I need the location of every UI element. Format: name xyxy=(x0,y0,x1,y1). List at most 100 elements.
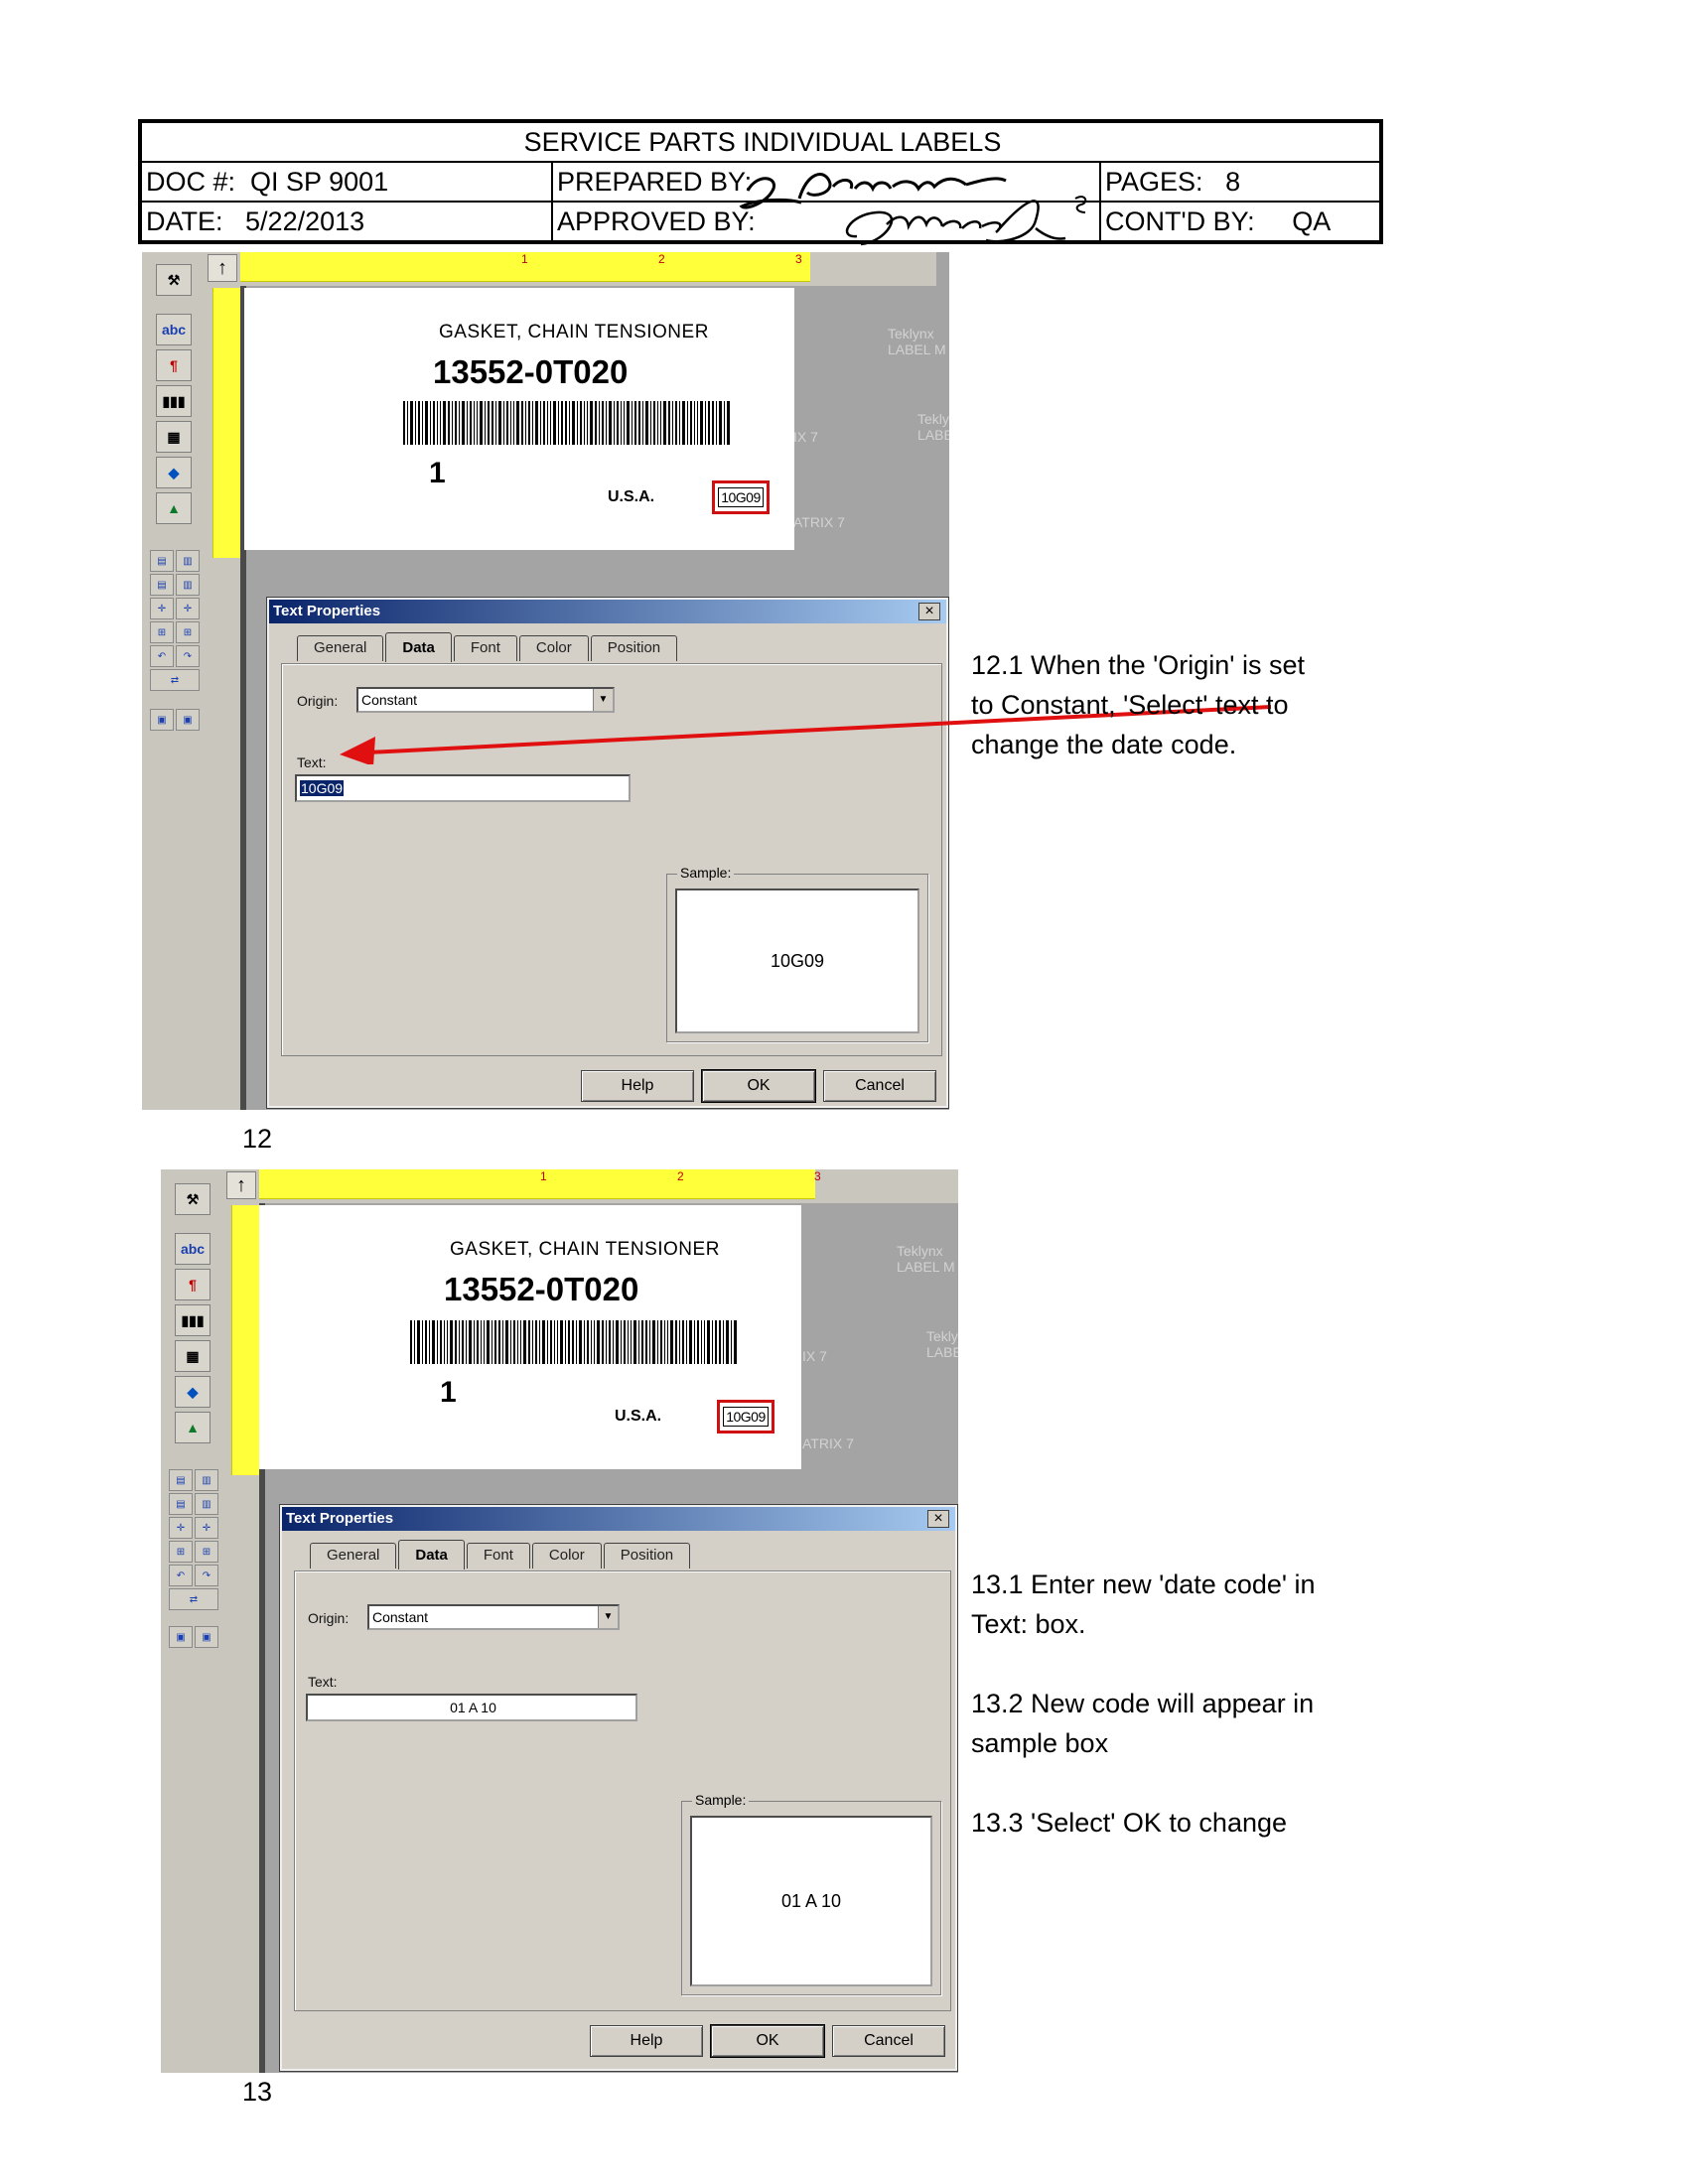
space-vertical-icon[interactable]: ⊞ xyxy=(169,1541,193,1563)
label-description[interactable]: GASKET, CHAIN TENSIONER xyxy=(439,322,709,343)
align-top-icon[interactable]: ▤ xyxy=(169,1469,193,1491)
image-tool-icon[interactable]: ▲ xyxy=(156,492,192,524)
wand-tool-icon[interactable]: ⚒ xyxy=(175,1183,211,1215)
close-button[interactable]: × xyxy=(918,603,940,620)
approved-by-cell: APPROVED BY: xyxy=(553,203,1101,240)
center-vertical-icon[interactable]: ✛ xyxy=(169,1517,193,1539)
contd-by-value: QA xyxy=(1292,206,1332,236)
prepared-by-cell: PREPARED BY: xyxy=(553,163,1101,201)
pages-value: 8 xyxy=(1225,167,1241,197)
align-left-icon[interactable]: ▥ xyxy=(195,1469,218,1491)
label-quantity[interactable]: 1 xyxy=(429,457,446,490)
tab-color[interactable]: Color xyxy=(518,635,589,661)
align-right-icon[interactable]: ▥ xyxy=(176,574,200,596)
watermark: Tekly LABE xyxy=(926,1328,958,1360)
group-icon[interactable]: ▣ xyxy=(150,709,174,731)
2d-barcode-tool-icon[interactable]: ▦ xyxy=(156,421,192,453)
space-horizontal-icon[interactable]: ⊞ xyxy=(176,621,200,643)
align-bottom-icon[interactable]: ▤ xyxy=(169,1493,193,1515)
horizontal-ruler: 1 2 3 xyxy=(240,252,936,286)
close-button[interactable]: × xyxy=(927,1510,949,1528)
flip-icon[interactable]: ⇄ xyxy=(150,669,200,691)
sample-group: Sample: 01 A 10 xyxy=(681,1792,941,1995)
rotate-left-icon[interactable]: ↶ xyxy=(150,645,174,667)
date-label: DATE: xyxy=(146,206,223,236)
tab-data[interactable]: Data xyxy=(385,632,452,662)
text-tool-button[interactable]: abc xyxy=(175,1233,211,1265)
approved-by-label: APPROVED BY: xyxy=(557,206,756,236)
label-country[interactable]: U.S.A. xyxy=(608,488,654,506)
shape-tool-icon[interactable]: ◆ xyxy=(156,457,192,488)
shape-tool-icon[interactable]: ◆ xyxy=(175,1376,211,1408)
label-part-number[interactable]: 13552-0T020 xyxy=(433,353,628,391)
prepared-by-label: PREPARED BY: xyxy=(557,167,753,197)
label-barcode[interactable] xyxy=(403,401,731,445)
text-tool-button[interactable]: abc xyxy=(156,314,192,345)
center-vertical-icon[interactable]: ✛ xyxy=(150,598,174,619)
label-quantity[interactable]: 1 xyxy=(440,1376,457,1410)
pages-cell: PAGES: 8 xyxy=(1101,163,1379,201)
horizontal-ruler: 1 2 3 xyxy=(259,1169,958,1203)
tab-general[interactable]: General xyxy=(297,635,384,661)
chevron-down-icon[interactable]: ▼ xyxy=(598,1606,618,1628)
align-left-icon[interactable]: ▥ xyxy=(176,550,200,572)
date-cell: DATE: 5/22/2013 xyxy=(142,203,553,240)
image-tool-icon[interactable]: ▲ xyxy=(175,1412,211,1443)
ungroup-icon[interactable]: ▣ xyxy=(195,1626,218,1648)
tab-font[interactable]: Font xyxy=(453,635,517,661)
text-input[interactable]: 01 A 10 xyxy=(306,1694,637,1721)
tab-general[interactable]: General xyxy=(310,1543,397,1569)
center-horizontal-icon[interactable]: ✛ xyxy=(195,1517,218,1539)
ruler-origin-arrow-icon[interactable]: ↑ xyxy=(226,1171,256,1199)
barcode-tool-icon[interactable]: ▮▮▮ xyxy=(175,1304,211,1336)
help-button[interactable]: Help xyxy=(581,1070,694,1102)
rotate-right-icon[interactable]: ↷ xyxy=(176,645,200,667)
ok-button[interactable]: OK xyxy=(701,1069,816,1103)
origin-select[interactable]: Constant ▼ xyxy=(367,1604,620,1630)
align-top-icon[interactable]: ▤ xyxy=(150,550,174,572)
text-properties-dialog: Text Properties × General Data Font Colo… xyxy=(266,597,949,1109)
tab-color[interactable]: Color xyxy=(531,1543,602,1569)
label-canvas[interactable]: GASKET, CHAIN TENSIONER 13552-0T020 1 U.… xyxy=(244,288,794,550)
rotate-left-icon[interactable]: ↶ xyxy=(169,1565,193,1586)
flip-icon[interactable]: ⇄ xyxy=(169,1588,218,1610)
space-vertical-icon[interactable]: ⊞ xyxy=(150,621,174,643)
label-part-number[interactable]: 13552-0T020 xyxy=(444,1271,638,1308)
tab-data[interactable]: Data xyxy=(398,1540,465,1570)
ruler-origin-arrow-icon[interactable]: ↑ xyxy=(208,254,237,282)
align-bottom-icon[interactable]: ▤ xyxy=(150,574,174,596)
barcode-tool-icon[interactable]: ▮▮▮ xyxy=(156,385,192,417)
paragraph-tool-icon[interactable]: ¶ xyxy=(175,1269,211,1300)
tab-position[interactable]: Position xyxy=(590,635,678,661)
label-description[interactable]: GASKET, CHAIN TENSIONER xyxy=(450,1239,720,1261)
group-icon[interactable]: ▣ xyxy=(169,1626,193,1648)
label-date-code-selected[interactable]: 10G09 xyxy=(712,480,770,514)
wand-tool-icon[interactable]: ⚒ xyxy=(156,264,192,296)
ok-button[interactable]: OK xyxy=(710,2024,825,2058)
label-barcode[interactable] xyxy=(410,1320,738,1364)
help-button[interactable]: Help xyxy=(590,2025,703,2057)
text-input[interactable]: 10G09 xyxy=(295,774,631,802)
screenshot-step-13: ⚒ abc ¶ ▮▮▮ ▦ ◆ ▲ ▤ ▥ ▤ ▥ ✛ ✛ ⊞ ⊞ ↶ ↷ ⇄ … xyxy=(161,1169,958,2073)
ungroup-icon[interactable]: ▣ xyxy=(176,709,200,731)
tab-position[interactable]: Position xyxy=(603,1543,691,1569)
label-date-code-selected[interactable]: 10G09 xyxy=(717,1400,774,1433)
step-number: 13 xyxy=(242,2077,273,2107)
space-horizontal-icon[interactable]: ⊞ xyxy=(195,1541,218,1563)
note-line: 13.1 Enter new 'date code' in xyxy=(971,1570,1316,1599)
label-country[interactable]: U.S.A. xyxy=(615,1408,661,1426)
label-canvas[interactable]: GASKET, CHAIN TENSIONER 13552-0T020 1 U.… xyxy=(259,1205,801,1469)
watermark: Tekly LABE xyxy=(917,411,949,443)
cancel-button[interactable]: Cancel xyxy=(832,2025,945,2057)
cancel-button[interactable]: Cancel xyxy=(823,1070,936,1102)
align-right-icon[interactable]: ▥ xyxy=(195,1493,218,1515)
paragraph-tool-icon[interactable]: ¶ xyxy=(156,349,192,381)
2d-barcode-tool-icon[interactable]: ▦ xyxy=(175,1340,211,1372)
sample-value: 10G09 xyxy=(770,950,825,971)
tab-font[interactable]: Font xyxy=(466,1543,530,1569)
rotate-right-icon[interactable]: ↷ xyxy=(195,1565,218,1586)
sample-group: Sample: 10G09 xyxy=(666,865,928,1042)
step-13-notes: 13.1 Enter new 'date code' in Text: box.… xyxy=(971,1565,1316,1843)
center-horizontal-icon[interactable]: ✛ xyxy=(176,598,200,619)
step-number: 12 xyxy=(242,1124,273,1154)
